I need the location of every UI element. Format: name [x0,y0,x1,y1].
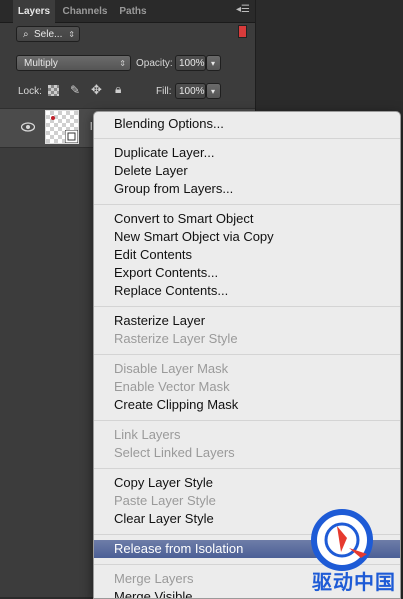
fill-label: Fill: [156,86,172,97]
updown-arrow-icon: ⇕ [119,59,126,68]
lock-transparent-pixels-icon[interactable] [48,85,59,96]
brush-icon[interactable]: ✎ [70,83,80,97]
menu-item-replace-contents[interactable]: Replace Contents... [114,282,228,300]
menu-item-label: Release from Isolation [114,541,244,556]
menu-item-duplicate-layer[interactable]: Duplicate Layer... [114,144,214,162]
lock-icon[interactable]: 🔒︎ [115,82,121,97]
fill-input[interactable]: 100% [175,83,206,99]
smart-object-badge-icon [65,130,78,143]
menu-item-edit-contents[interactable]: Edit Contents [114,246,192,264]
updown-arrow-icon: ⇕ [68,30,75,39]
menu-item-clear-layer-style[interactable]: Clear Layer Style [114,510,214,528]
menu-separator [94,468,400,469]
lock-label: Lock: [18,86,42,97]
layer-content-mark-icon [51,116,55,120]
menu-item-delete-layer[interactable]: Delete Layer [114,162,188,180]
blend-mode-dropdown[interactable]: Multiply ⇕ [16,55,131,71]
tab-layers[interactable]: Layers [13,0,55,23]
menu-item-link-layers: Link Layers [114,427,181,442]
blend-mode-value: Multiply [24,58,58,69]
panel-tab-bar: Layers Channels Paths ◂☰ [0,0,255,23]
menu-item-rasterize-layer[interactable]: Rasterize Layer [114,312,205,330]
menu-item-new-smart-object-via-copy[interactable]: New Smart Object via Copy [114,228,274,246]
menu-separator [94,138,400,139]
move-icon[interactable]: ✥ [91,82,102,98]
layer-thumbnail[interactable] [45,110,79,144]
menu-separator [94,420,400,421]
menu-separator [94,306,400,307]
layer-filter-label: Sele... [34,29,63,40]
menu-item-export-contents[interactable]: Export Contents... [114,264,218,282]
menu-item-create-clipping-mask[interactable]: Create Clipping Mask [114,396,238,414]
opacity-input[interactable]: 100% [175,55,206,71]
opacity-slider-button[interactable]: ▾ [206,55,221,71]
menu-item-convert-to-smart-object[interactable]: Convert to Smart Object [114,210,253,228]
filter-toggle-icon[interactable] [238,25,247,38]
watermark-text: 驱动中国 [312,572,396,594]
menu-separator [94,354,400,355]
visibility-eye-icon[interactable] [21,121,35,133]
chevron-down-icon: ▾ [211,87,216,96]
menu-item-rasterize-layer-style: Rasterize Layer Style [114,331,238,346]
search-icon: ⌕ [23,29,29,40]
tab-paths[interactable]: Paths [115,0,151,22]
menu-item-group-from-layers[interactable]: Group from Layers... [114,180,233,198]
menu-item-disable-layer-mask: Disable Layer Mask [114,361,229,376]
chevron-down-icon: ▾ [211,59,216,68]
menu-item-merge-visible[interactable]: Merge Visible [114,588,193,598]
menu-item-blending-options[interactable]: Blending Options... [114,115,224,133]
menu-item-select-linked-layers: Select Linked Layers [114,445,235,460]
opacity-label: Opacity: [136,58,173,69]
menu-item-copy-layer-style[interactable]: Copy Layer Style [114,474,213,492]
tab-channels[interactable]: Channels [59,0,111,22]
menu-item-enable-vector-mask: Enable Vector Mask [114,379,230,394]
layer-filter-dropdown[interactable]: ⌕ Sele... ⇕ [16,26,80,42]
menu-item-merge-layers: Merge Layers [114,571,194,586]
menu-item-paste-layer-style: Paste Layer Style [114,493,216,508]
menu-separator [94,204,400,205]
panel-menu-icon[interactable]: ◂☰ [236,5,250,15]
fill-slider-button[interactable]: ▾ [206,83,221,99]
